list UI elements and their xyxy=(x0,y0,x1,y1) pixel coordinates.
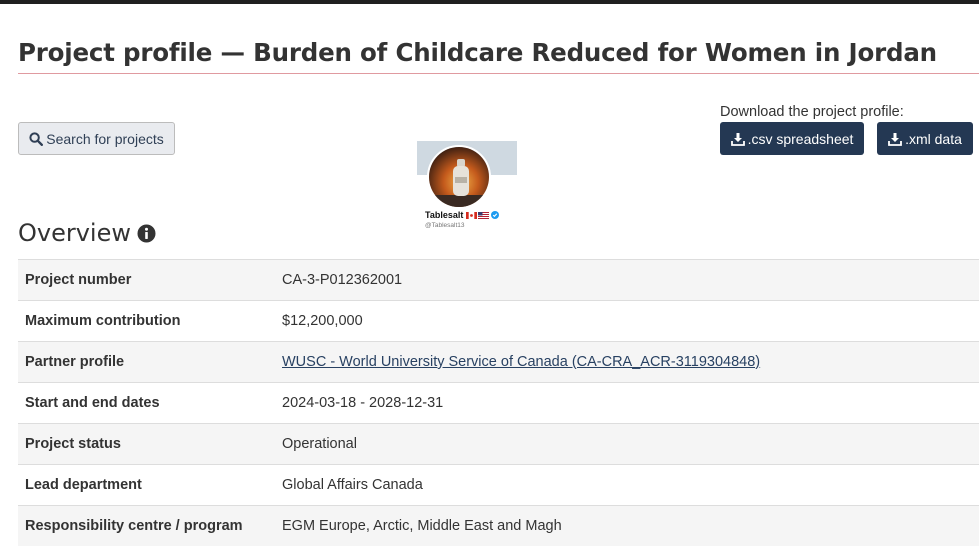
download-csv-label: .csv spreadsheet xyxy=(748,131,854,147)
verified-badge-icon xyxy=(491,211,499,219)
profile-name-text: Tablesalt xyxy=(425,210,463,220)
row-value: CA-3-P012362001 xyxy=(275,260,979,301)
info-icon[interactable] xyxy=(137,224,156,243)
search-icon xyxy=(29,132,43,146)
row-label: Project status xyxy=(18,424,275,465)
search-projects-label: Search for projects xyxy=(46,131,164,147)
row-label: Partner profile xyxy=(18,342,275,383)
row-value: Operational xyxy=(275,424,979,465)
partner-profile-link[interactable]: WUSC - World University Service of Canad… xyxy=(282,354,760,370)
table-row: Project number CA-3-P012362001 xyxy=(18,260,979,301)
search-projects-button[interactable]: Search for projects xyxy=(18,122,175,155)
table-row: Start and end dates 2024-03-18 - 2028-12… xyxy=(18,383,979,424)
top-bar xyxy=(0,0,979,4)
table-row: Project status Operational xyxy=(18,424,979,465)
download-csv-button[interactable]: .csv spreadsheet xyxy=(720,122,864,155)
row-value: 2024-03-18 - 2028-12-31 xyxy=(275,383,979,424)
overview-heading: Overview xyxy=(18,219,156,247)
download-icon xyxy=(888,132,902,146)
title-divider xyxy=(18,73,979,74)
row-label: Maximum contribution xyxy=(18,301,275,342)
download-xml-label: .xml data xyxy=(905,131,962,147)
row-value: $12,200,000 xyxy=(275,301,979,342)
row-label: Start and end dates xyxy=(18,383,275,424)
profile-handle: @Tablesalt13 xyxy=(425,222,464,229)
overview-table: Project number CA-3-P012362001 Maximum c… xyxy=(18,259,979,546)
table-row: Maximum contribution $12,200,000 xyxy=(18,301,979,342)
download-xml-button[interactable]: .xml data xyxy=(877,122,973,155)
row-label: Responsibility centre / program xyxy=(18,506,275,546)
row-label: Lead department xyxy=(18,465,275,506)
overview-heading-text: Overview xyxy=(18,219,131,247)
table-row: Lead department Global Affairs Canada xyxy=(18,465,979,506)
row-value: WUSC - World University Service of Canad… xyxy=(275,342,979,383)
profile-name: Tablesalt xyxy=(425,210,499,220)
download-icon xyxy=(731,132,745,146)
table-row: Partner profile WUSC - World University … xyxy=(18,342,979,383)
table-row: Responsibility centre / program EGM Euro… xyxy=(18,506,979,546)
row-label: Project number xyxy=(18,260,275,301)
profile-card-overlay: Tablesalt @Tablesalt13 xyxy=(417,141,517,233)
download-label: Download the project profile: xyxy=(720,104,904,120)
us-flag-icon xyxy=(478,212,489,219)
canada-flag-icon xyxy=(466,212,477,219)
row-value: EGM Europe, Arctic, Middle East and Magh xyxy=(275,506,979,546)
avatar xyxy=(427,145,491,209)
row-value: Global Affairs Canada xyxy=(275,465,979,506)
page-title: Project profile — Burden of Childcare Re… xyxy=(18,38,937,67)
